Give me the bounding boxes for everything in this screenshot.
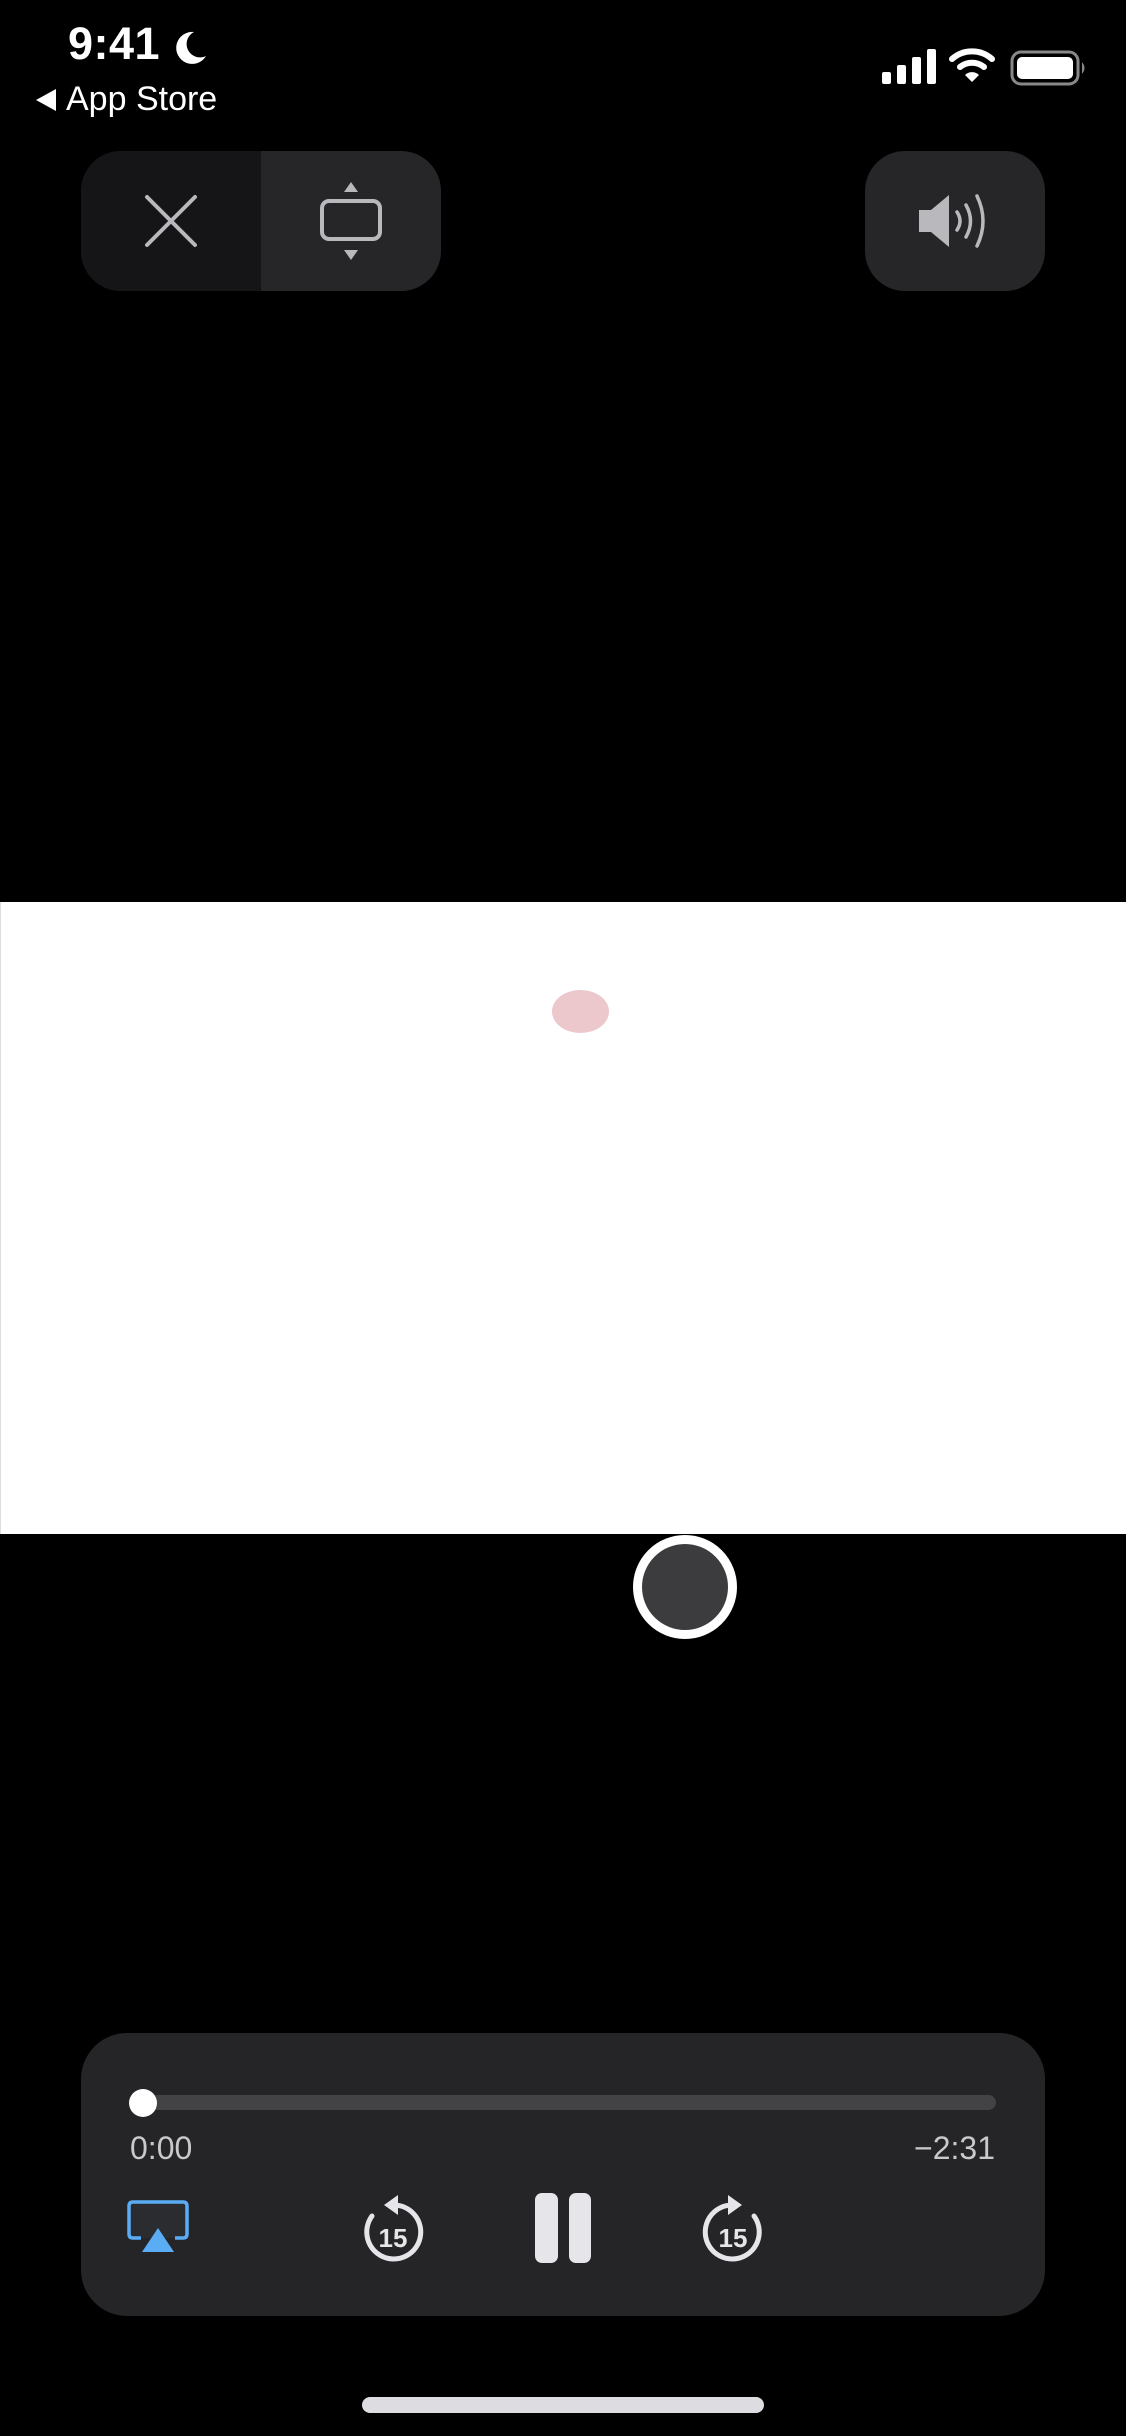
pause-button[interactable] — [535, 2193, 591, 2263]
back-arrow-icon — [36, 88, 56, 111]
close-button[interactable] — [81, 151, 261, 291]
video-content-dot — [552, 990, 609, 1033]
aspect-ratio-button[interactable] — [261, 151, 441, 291]
playback-controls-panel — [81, 2033, 1045, 2316]
wifi-icon — [949, 48, 995, 82]
skip-back-15-icon[interactable]: 15 — [360, 2194, 426, 2264]
close-icon — [145, 195, 197, 247]
moon-icon — [176, 31, 206, 64]
battery-icon — [1010, 50, 1085, 86]
home-indicator[interactable] — [362, 2397, 764, 2413]
mute-button[interactable] — [865, 151, 1045, 291]
skip-forward-seconds: 15 — [719, 2223, 748, 2253]
airplay-icon[interactable] — [127, 2200, 189, 2254]
skip-forward-15-icon[interactable]: 15 — [700, 2194, 766, 2264]
aspect-fill-icon — [320, 182, 382, 260]
elapsed-time: 0:00 — [130, 2130, 193, 2166]
touch-indicator — [633, 1535, 737, 1639]
pause-bar-right — [568, 2193, 591, 2263]
back-label: App Store — [66, 80, 218, 118]
speaker-volume-icon — [919, 194, 985, 248]
status-time: 9:41 — [68, 18, 161, 69]
skip-back-seconds: 15 — [379, 2223, 408, 2253]
scrubber-knob[interactable] — [129, 2089, 157, 2117]
pause-bar-left — [535, 2193, 558, 2263]
cellular-signal-icon — [882, 49, 936, 84]
scrubber-track[interactable] — [143, 2095, 996, 2110]
video-top-controls — [81, 151, 441, 291]
remaining-time: −2:31 — [914, 2130, 995, 2166]
back-to-app-store[interactable]: App Store — [36, 80, 217, 119]
